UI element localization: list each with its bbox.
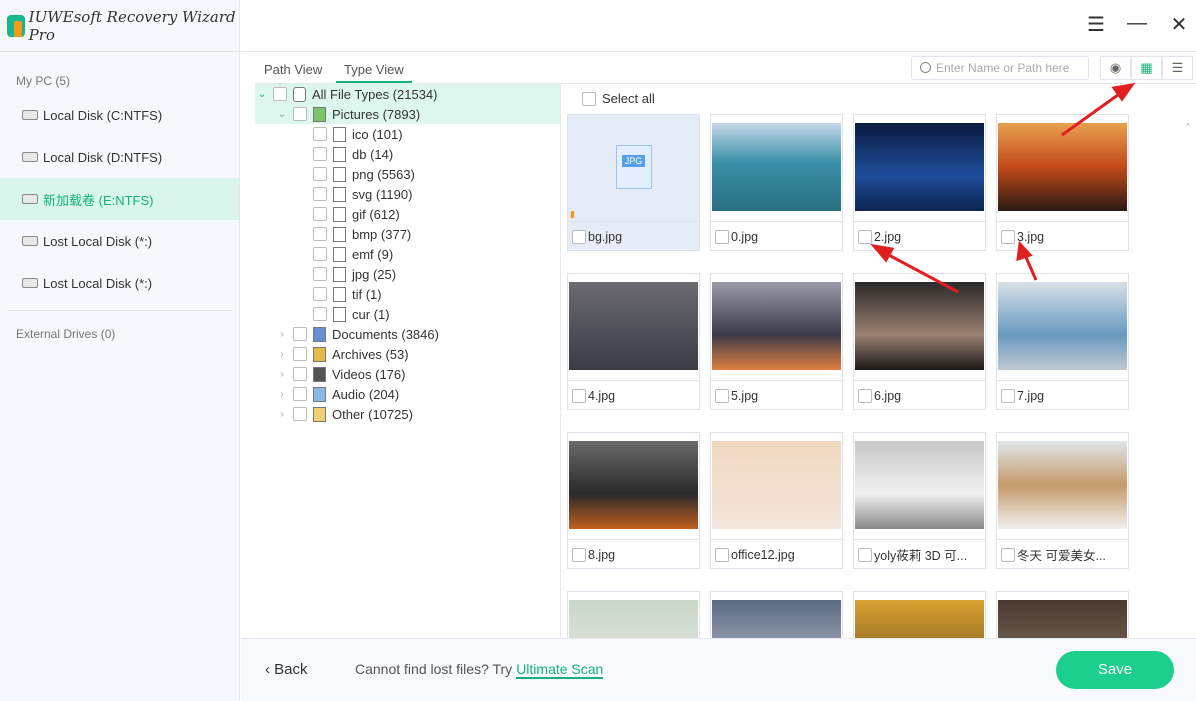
hint-text: Cannot find lost files? Try <box>355 661 513 677</box>
save-button[interactable]: Save <box>1056 651 1174 689</box>
bottom-bar: ‹ Back Cannot find lost files? Try Ultima… <box>241 638 1196 701</box>
back-button[interactable]: ‹ Back <box>265 661 308 678</box>
annotation-arrows <box>870 82 1136 294</box>
ultimate-scan-link[interactable]: Ultimate Scan <box>516 661 604 679</box>
chevron-left-icon: ‹ <box>265 661 275 678</box>
back-label: Back <box>274 661 308 678</box>
